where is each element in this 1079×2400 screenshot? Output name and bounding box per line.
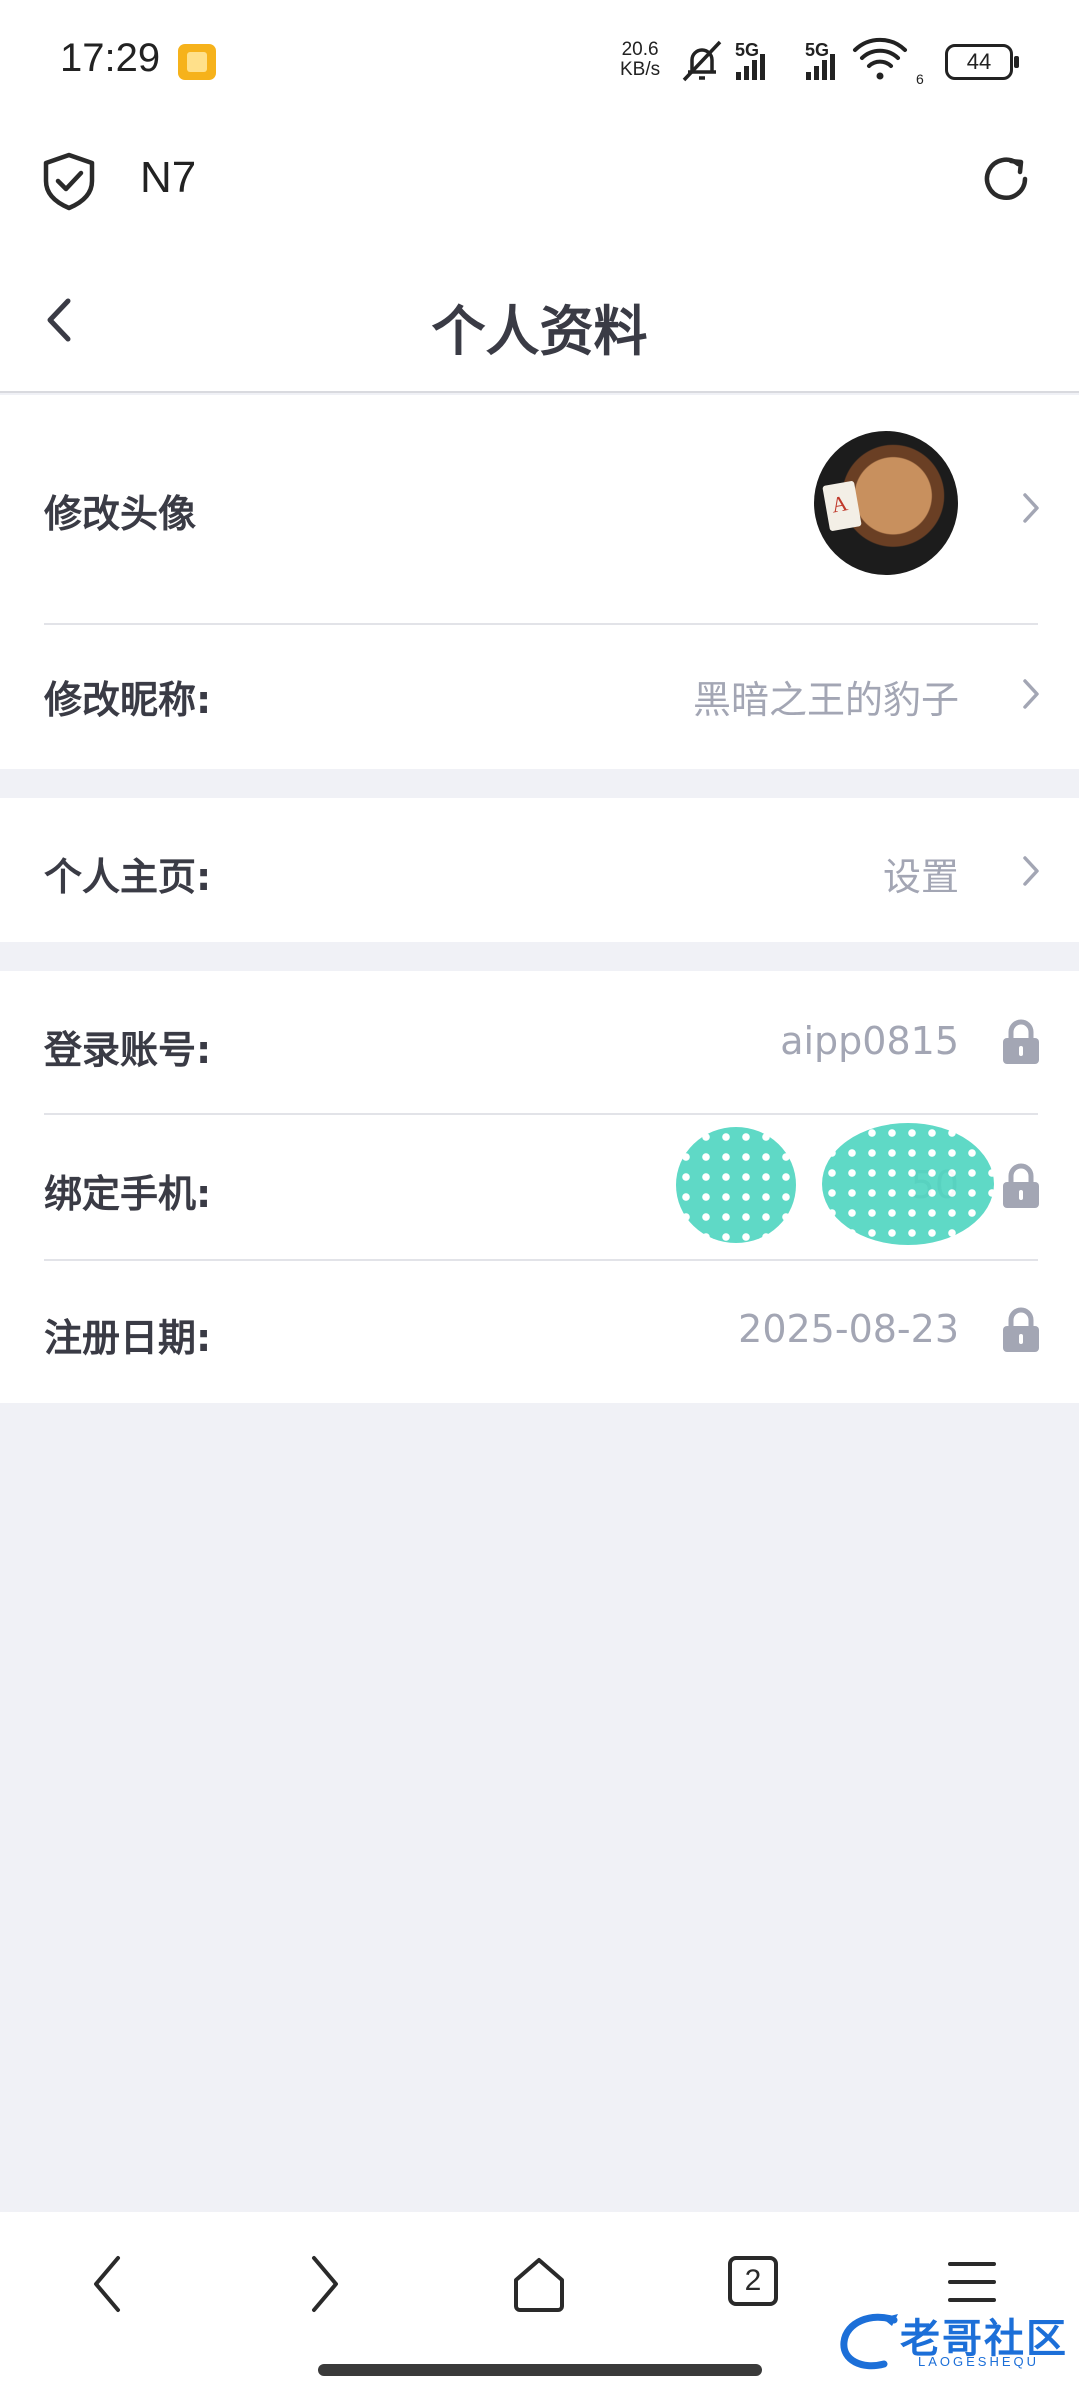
nickname-value: 黑暗之王的豹子: [692, 678, 959, 722]
avatar-label: 修改头像: [44, 492, 197, 536]
chevron-right-icon: [1023, 493, 1039, 523]
notification-app-icon: [178, 44, 216, 80]
lock-icon: [1003, 1307, 1039, 1352]
privacy-mosaic: [676, 1127, 796, 1243]
home-icon[interactable]: [510, 2252, 568, 2314]
browser-top-bar: N7: [0, 125, 1079, 235]
page-title: 个人资料: [431, 300, 648, 363]
site-name: N7: [140, 153, 197, 202]
dragon-logo-icon: [840, 2313, 898, 2370]
nav-back-icon[interactable]: [88, 2252, 128, 2316]
nav-forward-icon[interactable]: [304, 2252, 344, 2316]
signal-1-label: 5G: [735, 40, 759, 60]
wifi-icon: [853, 37, 907, 80]
homepage-value: 设置: [882, 855, 959, 899]
battery-indicator: 44: [945, 44, 1019, 80]
tabs-icon[interactable]: 2: [728, 2256, 778, 2306]
chevron-right-icon: [1023, 679, 1039, 709]
avatar-row[interactable]: 修改头像: [0, 395, 1079, 623]
mute-icon: [682, 40, 722, 82]
wifi-badge: 6: [916, 71, 924, 86]
chevron-right-icon: [1023, 856, 1039, 886]
menu-icon[interactable]: [946, 2252, 998, 2312]
profile-section-homepage: 个人主页: 设置: [0, 798, 1079, 942]
status-bar: 17:29 20.6 KB/s 5G 5G 6 44: [0, 0, 1079, 125]
avatar[interactable]: [814, 431, 958, 575]
network-speed-value: 20.6: [621, 39, 659, 60]
profile-section-account: 登录账号: aipp0815 绑定手机: 50 注册日期: 2025-08-23: [0, 971, 1079, 1403]
page-header: 个人资料: [0, 235, 1079, 393]
homepage-row[interactable]: 个人主页: 设置: [0, 798, 1079, 942]
account-value: aipp0815: [780, 1019, 959, 1063]
privacy-mosaic: [822, 1123, 994, 1245]
status-time: 17:29: [60, 36, 161, 80]
network-speed-unit: KB/s: [620, 59, 661, 80]
register-label: 注册日期:: [44, 1316, 212, 1360]
refresh-icon[interactable]: [978, 151, 1034, 207]
register-value: 2025-08-23: [738, 1307, 959, 1351]
account-row: 登录账号: aipp0815: [0, 971, 1079, 1113]
phone-row: 绑定手机: 50: [0, 1115, 1079, 1259]
network-speed: 20.6 KB/s: [620, 40, 660, 80]
profile-section-basic: 修改头像 修改昵称: 黑暗之王的豹子: [0, 395, 1079, 769]
register-date-row: 注册日期: 2025-08-23: [0, 1261, 1079, 1403]
home-indicator[interactable]: [318, 2364, 762, 2376]
account-label: 登录账号:: [44, 1028, 212, 1072]
phone-label: 绑定手机:: [44, 1172, 212, 1216]
status-icons: 5G 5G 6: [682, 37, 924, 86]
nickname-row[interactable]: 修改昵称: 黑暗之王的豹子: [0, 625, 1079, 769]
lock-icon: [1003, 1019, 1039, 1064]
lock-icon: [1003, 1163, 1039, 1208]
watermark-logo: 老哥社区 LAOGESHEQU: [838, 2306, 1074, 2376]
signal-2-label: 5G: [805, 40, 829, 60]
avatar-card: [822, 480, 862, 532]
homepage-label: 个人主页:: [44, 855, 212, 899]
watermark-subtext: LAOGESHEQU: [918, 2354, 1040, 2369]
nickname-label: 修改昵称:: [44, 678, 212, 722]
shield-check-icon[interactable]: [40, 151, 98, 211]
